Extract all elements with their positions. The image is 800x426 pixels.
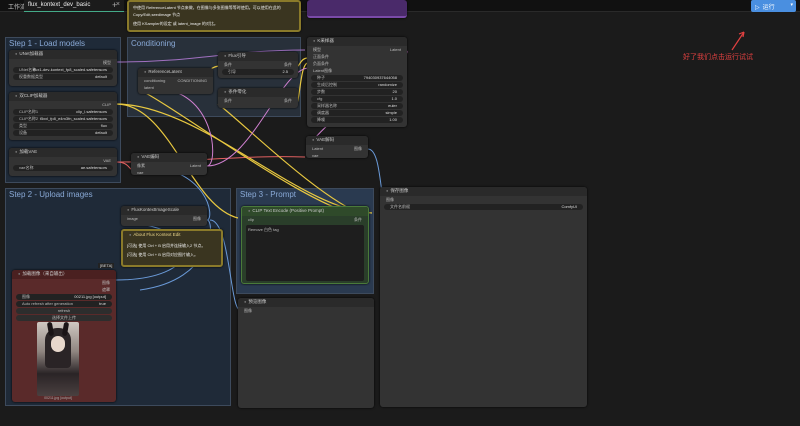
- io-row[interactable]: 条件 条件: [218, 97, 298, 104]
- group-title: Step 1 - Load models: [9, 39, 86, 48]
- node-title: Flux引导: [218, 52, 298, 61]
- tab-label: flux_kontext_dev_basic: [28, 2, 91, 8]
- purple-node-partial[interactable]: [307, 0, 407, 18]
- run-button[interactable]: ▷ 运行 ▾: [751, 0, 796, 12]
- io-row[interactable]: 条件 条件: [218, 61, 298, 68]
- output-clip[interactable]: CLIP: [9, 101, 117, 108]
- upload-button[interactable]: 选择文件上传: [16, 315, 112, 321]
- node-unet-loader[interactable]: UNet加载器 模型 UNet名称flux1-dev-kontext_fp8_s…: [9, 50, 117, 86]
- arrow-icon: [731, 31, 745, 51]
- input-vae[interactable]: vae: [306, 152, 368, 159]
- run-label: 运行: [762, 5, 775, 11]
- about-note-line1: [可选] 使用 Ctrl + B 启用并连接输入2 节点。: [127, 243, 206, 248]
- clip-type-widget[interactable]: 类型 flux: [13, 123, 113, 129]
- group-title: Step 2 - Upload images: [9, 190, 93, 199]
- cfg-widget[interactable]: cfg 1.0: [311, 96, 403, 102]
- node-title: VAE解码: [306, 136, 368, 145]
- io-row[interactable]: 像素 Latent: [131, 162, 207, 169]
- refresh-button[interactable]: refresh: [16, 308, 112, 314]
- io-row[interactable]: image 图像: [121, 215, 207, 222]
- node-dual-clip-loader[interactable]: 双CLIP加载器 CLIP CLIP名称1clip_l.safetensors …: [9, 92, 117, 140]
- scheduler-widget[interactable]: 调度器 simple: [311, 110, 403, 116]
- steps-widget[interactable]: 步数 20: [311, 89, 403, 95]
- prompt-textarea[interactable]: Remove 白色 tag: [246, 225, 364, 281]
- node-title: UNet加载器: [9, 50, 117, 59]
- output-mask[interactable]: 遮罩: [12, 286, 116, 293]
- group-title: Conditioning: [131, 39, 176, 48]
- beta-badge: [BETA]: [98, 263, 115, 268]
- node-save-image[interactable]: 保存图像 图像 文件名前缀ComfyUI: [380, 187, 587, 407]
- chevron-down-icon[interactable]: ▾: [790, 2, 793, 8]
- node-clip-text-encode[interactable]: CLIP Text Encode (Positive Prompt) clip条…: [241, 206, 369, 284]
- input-image[interactable]: 图像: [238, 307, 374, 314]
- node-title: About Flux Kontext Edit: [123, 231, 221, 240]
- node-title: FluxKontextImageScale: [121, 206, 207, 215]
- guidance-widget[interactable]: 引导 2.5: [222, 69, 294, 75]
- io-row[interactable]: conditioning CONDITIONING: [138, 77, 213, 84]
- control-after-generate-widget[interactable]: 生成后控制 randomize: [311, 82, 403, 88]
- node-vae-decode[interactable]: VAE解码 Latent图像 vae: [306, 136, 368, 158]
- node-title: 预览图像: [238, 298, 374, 307]
- top-note-line2: 使用 KSampler的设定 或 latent_image 的对比。: [133, 21, 218, 26]
- about-note-line2: [可选] 使用 Ctrl + B 启用对应图片输入。: [127, 252, 199, 257]
- denoise-widget[interactable]: 降噪 1.00: [311, 117, 403, 123]
- node-title: ReferenceLatent: [138, 68, 213, 77]
- input-latent[interactable]: latent: [138, 84, 213, 91]
- io-row[interactable]: 模型 Latent: [307, 46, 407, 53]
- node-title: 加载图像（来自输出）: [12, 270, 116, 279]
- annotation-text: 好了我们点击运行试试: [683, 54, 753, 61]
- clip-name2-widget[interactable]: CLIP名称2 t5xxl_fp8_e4m3fn_scaled.safetenso…: [13, 116, 113, 122]
- sampler-name-widget[interactable]: 采样器名称 euler: [311, 103, 403, 109]
- new-tab-icon[interactable]: +: [112, 0, 117, 10]
- node-title: K采样器: [307, 37, 407, 46]
- node-title: 条件零化: [218, 88, 298, 97]
- top-note-node[interactable]: 中使用 ReferenceLatent 节点来做，在图像与多张图像等等时使用。可…: [127, 0, 301, 32]
- top-note-line1: 中使用 ReferenceLatent 节点来做，在图像与多张图像等等时使用。可…: [133, 5, 281, 17]
- filename-prefix-widget[interactable]: 文件名前缀 ComfyUI: [384, 204, 583, 210]
- play-icon: ▷: [755, 5, 760, 11]
- input-negative[interactable]: 负面条件: [307, 60, 407, 67]
- input-vae[interactable]: vae: [131, 169, 207, 176]
- node-title: VAE编码: [131, 153, 207, 162]
- node-about-flux-kontext[interactable]: About Flux Kontext Edit [可选] 使用 Ctrl + B…: [121, 229, 223, 267]
- node-title: 双CLIP加载器: [9, 92, 117, 101]
- node-reference-latent[interactable]: ReferenceLatent conditioningCONDITIONING…: [138, 68, 213, 94]
- input-positive[interactable]: 正面条件: [307, 53, 407, 60]
- clip-name1-widget[interactable]: CLIP名称1 clip_l.safetensors: [13, 109, 113, 115]
- weight-dtype-widget[interactable]: 权重数据类型 default: [13, 74, 113, 80]
- node-title: CLIP Text Encode (Positive Prompt): [242, 207, 368, 216]
- group-title: Step 3 - Prompt: [240, 190, 297, 199]
- node-flux-kontext-image-scale[interactable]: FluxKontextImageScale image图像: [121, 206, 207, 226]
- input-latent-image[interactable]: Latent图像: [307, 67, 407, 74]
- vae-name-widget[interactable]: vae名称 ae.safetensors: [13, 165, 113, 171]
- io-row[interactable]: Latent 图像: [306, 145, 368, 152]
- loaded-image-preview: [37, 322, 79, 396]
- clip-device-widget[interactable]: 设备 default: [13, 130, 113, 136]
- output-vae[interactable]: VAE: [9, 157, 117, 164]
- node-cond-zero-out[interactable]: 条件零化 条件条件: [218, 88, 298, 108]
- output-model[interactable]: 模型: [9, 59, 117, 66]
- node-flux-guidance[interactable]: Flux引导 条件条件 引导2.5: [218, 52, 298, 78]
- node-vae-loader[interactable]: 加载VAE VAE vae名称ae.safetensors: [9, 148, 117, 176]
- unet-name-widget[interactable]: UNet名称 flux1-dev-kontext_fp8_scaled.safet…: [13, 67, 113, 73]
- output-image[interactable]: 图像: [12, 279, 116, 286]
- io-row[interactable]: clip 条件: [242, 216, 368, 223]
- auto-refresh-widget[interactable]: Auto refresh after generation true: [16, 301, 112, 307]
- node-title: 加载VAE: [9, 148, 117, 157]
- tab-flux-kontext[interactable]: flux_kontext_dev_basic ×: [24, 0, 124, 12]
- node-vae-encode[interactable]: VAE编码 像素Latent vae: [131, 153, 207, 175]
- input-image[interactable]: 图像: [380, 196, 587, 203]
- seed-widget[interactable]: 种子 794030937644058: [311, 75, 403, 81]
- image-caption: 00211.jpg [output]: [44, 396, 72, 400]
- image-select-widget[interactable]: 图像 00211.jpg [output]: [16, 294, 112, 300]
- node-title: 保存图像: [380, 187, 587, 196]
- node-ksampler[interactable]: K采样器 模型Latent 正面条件 负面条件 Latent图像 种子79403…: [307, 37, 407, 127]
- node-preview-image[interactable]: 预览图像 图像: [238, 298, 374, 408]
